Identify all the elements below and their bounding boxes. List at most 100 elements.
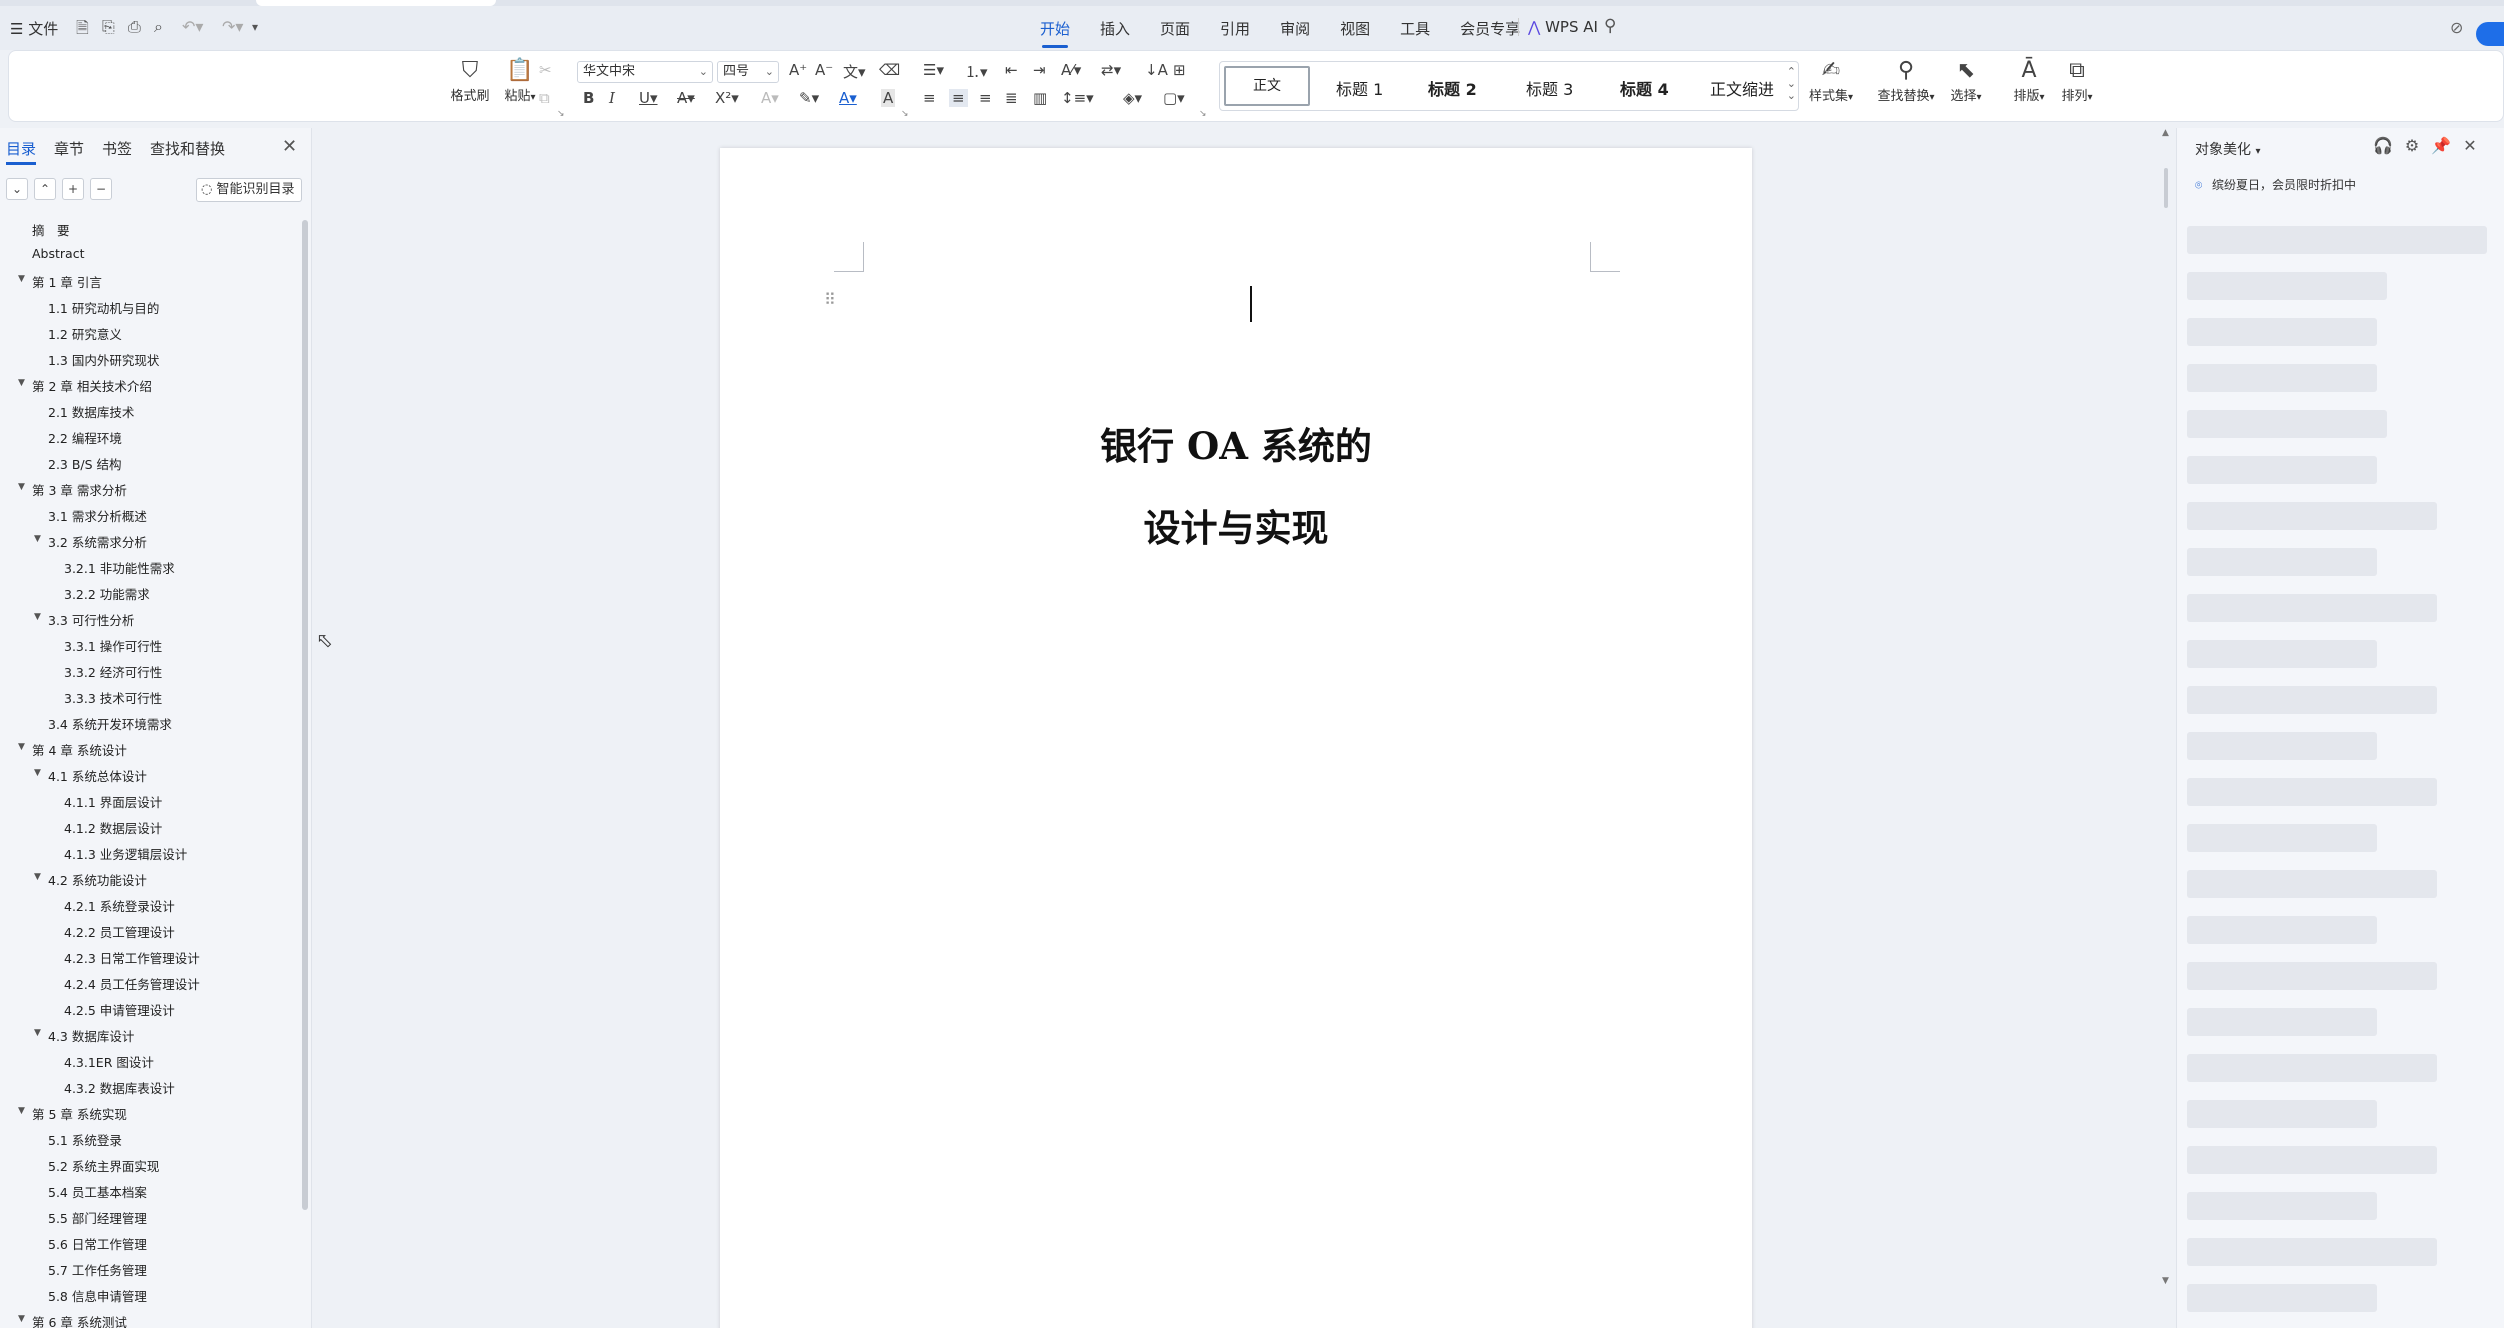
nav-tab-find-replace[interactable]: 查找和替换 [150, 138, 225, 159]
toc-item[interactable]: 3.3.3 技术可行性 [64, 688, 162, 707]
phonetic-guide-icon[interactable]: 文▾ [843, 61, 866, 82]
toc-item[interactable]: 4.1.2 数据层设计 [64, 818, 162, 837]
distributed-icon[interactable]: ▥ [1033, 89, 1047, 107]
toc-item[interactable]: 3.2.1 非功能性需求 [64, 558, 175, 577]
italic-icon[interactable]: I [609, 89, 615, 107]
toc-item[interactable]: 4.3.2 数据库表设计 [64, 1078, 175, 1097]
toc-item[interactable]: 1.1 研究动机与目的 [48, 298, 159, 317]
pin-icon[interactable]: 📌 [2431, 136, 2451, 155]
toc-item[interactable]: 摘 要 [32, 220, 70, 239]
undo-icon[interactable]: ↶▾ [182, 17, 203, 36]
align-right-icon[interactable]: ≡ [979, 89, 992, 107]
paragraph-dialog-icon[interactable]: ↘ [1199, 109, 1207, 119]
numbered-list-icon[interactable]: ⒈▾ [965, 61, 988, 82]
tab-home[interactable]: 开始 [1040, 18, 1070, 48]
close-icon[interactable]: ✕ [282, 136, 297, 157]
nav-tab-bookmarks[interactable]: 书签 [102, 138, 132, 159]
highlight-icon[interactable]: ✎▾ [799, 89, 819, 107]
toc-item[interactable]: ▼ 第 1 章 引言 [18, 272, 102, 291]
toc-item[interactable]: 2.1 数据库技术 [48, 402, 134, 421]
line-spacing-icon[interactable]: ↕≡▾ [1061, 89, 1094, 107]
sort-icon[interactable]: ⇄▾ [1101, 61, 1121, 79]
toc-item[interactable]: ▼ 第 5 章 系统实现 [18, 1104, 127, 1123]
show-marks-icon[interactable]: ⊞ [1173, 61, 1186, 79]
file-menu-button[interactable]: ☰ 文件 [10, 18, 58, 39]
toc-item[interactable]: 1.3 国内外研究现状 [48, 350, 159, 369]
align-center-icon[interactable]: ≡ [949, 89, 968, 107]
document-page[interactable]: ⠿ 银行 OA 系统的 设计与实现 [720, 148, 1752, 1328]
tab-page[interactable]: 页面 [1160, 18, 1190, 39]
increase-indent-icon[interactable]: ⇥ [1033, 61, 1046, 79]
font-dialog-icon[interactable]: ↘ [901, 109, 909, 119]
toc-item[interactable]: 5.2 系统主界面实现 [48, 1156, 159, 1175]
chevron-down-icon[interactable]: ⌄ [6, 178, 28, 200]
style-heading-3[interactable]: 标题 3 [1526, 76, 1573, 100]
cut-icon[interactable]: ✂ [539, 61, 552, 79]
decrease-indent-icon[interactable]: ⇤ [1005, 61, 1018, 79]
tab-review[interactable]: 审阅 [1280, 18, 1310, 39]
gallery-scroll-icon[interactable]: ⌃ ⌄ ⌄ [1787, 66, 1796, 102]
expand-triangle-icon[interactable]: ▼ [18, 378, 25, 388]
toc-item[interactable]: 3.3.1 操作可行性 [64, 636, 162, 655]
expand-triangle-icon[interactable]: ▼ [18, 1314, 25, 1324]
expand-triangle-icon[interactable]: ▼ [34, 534, 41, 544]
toc-item[interactable]: 3.4 系统开发环境需求 [48, 714, 172, 733]
font-color-icon[interactable]: A▾ [839, 89, 857, 107]
align-left-icon[interactable]: ≡ [923, 89, 936, 107]
expand-triangle-icon[interactable]: ▼ [18, 274, 25, 284]
sync-status-icon[interactable]: ⊘ [2450, 18, 2463, 37]
print-icon[interactable]: ⎙ [128, 17, 141, 37]
border-icon[interactable]: ▢▾ [1163, 89, 1185, 107]
layout-button[interactable]: Ā 排版▾ [2005, 57, 2053, 104]
toc-item[interactable]: 4.1.3 业务逻辑层设计 [64, 844, 187, 863]
smart-toc-button[interactable]: ◌ 智能识别目录 [196, 178, 302, 202]
toc-item[interactable]: 2.3 B/S 结构 [48, 454, 122, 473]
clear-format-icon[interactable]: ⌫ [879, 61, 900, 79]
toc-item[interactable]: ▼ 3.3 可行性分析 [34, 610, 134, 629]
toc-item[interactable]: Abstract [32, 246, 84, 261]
toc-item[interactable]: ▼ 第 4 章 系统设计 [18, 740, 127, 759]
tab-view[interactable]: 视图 [1340, 18, 1370, 39]
arrange-button[interactable]: ⧉ 排列▾ [2053, 57, 2101, 104]
style-heading-4[interactable]: 标题 4 [1620, 76, 1669, 100]
gear-icon[interactable]: ⚙ [2405, 136, 2419, 155]
toc-item[interactable]: ▼ 4.3 数据库设计 [34, 1026, 134, 1045]
toc-item[interactable]: ▼ 第 6 章 系统测试 [18, 1312, 127, 1328]
plus-icon[interactable]: + [62, 178, 84, 200]
text-effect-icon[interactable]: A▾ [761, 89, 779, 107]
scroll-thumb[interactable] [2164, 168, 2168, 208]
bold-icon[interactable]: B [583, 89, 594, 107]
copy-icon[interactable]: ⧉ [539, 89, 550, 107]
text-direction-icon[interactable]: A⁄▾ [1061, 61, 1081, 79]
toc-item[interactable]: 5.7 工作任务管理 [48, 1260, 147, 1279]
shrink-font-icon[interactable]: A⁻ [815, 61, 833, 79]
toc-item[interactable]: 4.3.1ER 图设计 [64, 1052, 154, 1071]
toc-item[interactable]: 3.2.2 功能需求 [64, 584, 150, 603]
search-icon[interactable]: ⚲ [1604, 16, 1616, 36]
toc-item[interactable]: 4.2.4 员工任务管理设计 [64, 974, 200, 993]
toc-item[interactable]: 4.2.3 日常工作管理设计 [64, 948, 200, 967]
toc-item[interactable]: 2.2 编程环境 [48, 428, 122, 447]
expand-triangle-icon[interactable]: ▼ [34, 1028, 41, 1038]
expand-triangle-icon[interactable]: ▼ [34, 768, 41, 778]
cloud-sync-button[interactable] [2476, 22, 2504, 46]
toc-item[interactable]: 4.1.1 界面层设计 [64, 792, 162, 811]
tab-tools[interactable]: 工具 [1400, 18, 1430, 39]
char-shading-icon[interactable]: A [881, 89, 896, 107]
close-icon[interactable]: ✕ [2463, 136, 2476, 155]
toc-item[interactable]: 3.1 需求分析概述 [48, 506, 147, 525]
toc-item[interactable]: 4.2.2 员工管理设计 [64, 922, 175, 941]
strikethrough-icon[interactable]: A▾ [677, 89, 695, 107]
expand-triangle-icon[interactable]: ▼ [18, 742, 25, 752]
select-button[interactable]: ⬉ 选择▾ [1939, 57, 1993, 104]
toc-item[interactable]: ▼ 第 2 章 相关技术介绍 [18, 376, 152, 395]
style-normal[interactable]: 正文 [1224, 66, 1310, 106]
format-painter-button[interactable]: ⛉ 格式刷 [445, 57, 495, 104]
find-replace-button[interactable]: ⚲ 查找替换▾ [1871, 57, 1941, 104]
document-scrollbar[interactable] [2158, 128, 2172, 1328]
font-size-select[interactable]: 四号 ⌄ [717, 61, 779, 83]
toc-item[interactable]: ▼ 4.2 系统功能设计 [34, 870, 147, 889]
toc-item[interactable]: 4.2.1 系统登录设计 [64, 896, 175, 915]
quick-access-more-icon[interactable]: ▾ [252, 20, 258, 34]
toc-item[interactable]: ▼ 第 3 章 需求分析 [18, 480, 127, 499]
